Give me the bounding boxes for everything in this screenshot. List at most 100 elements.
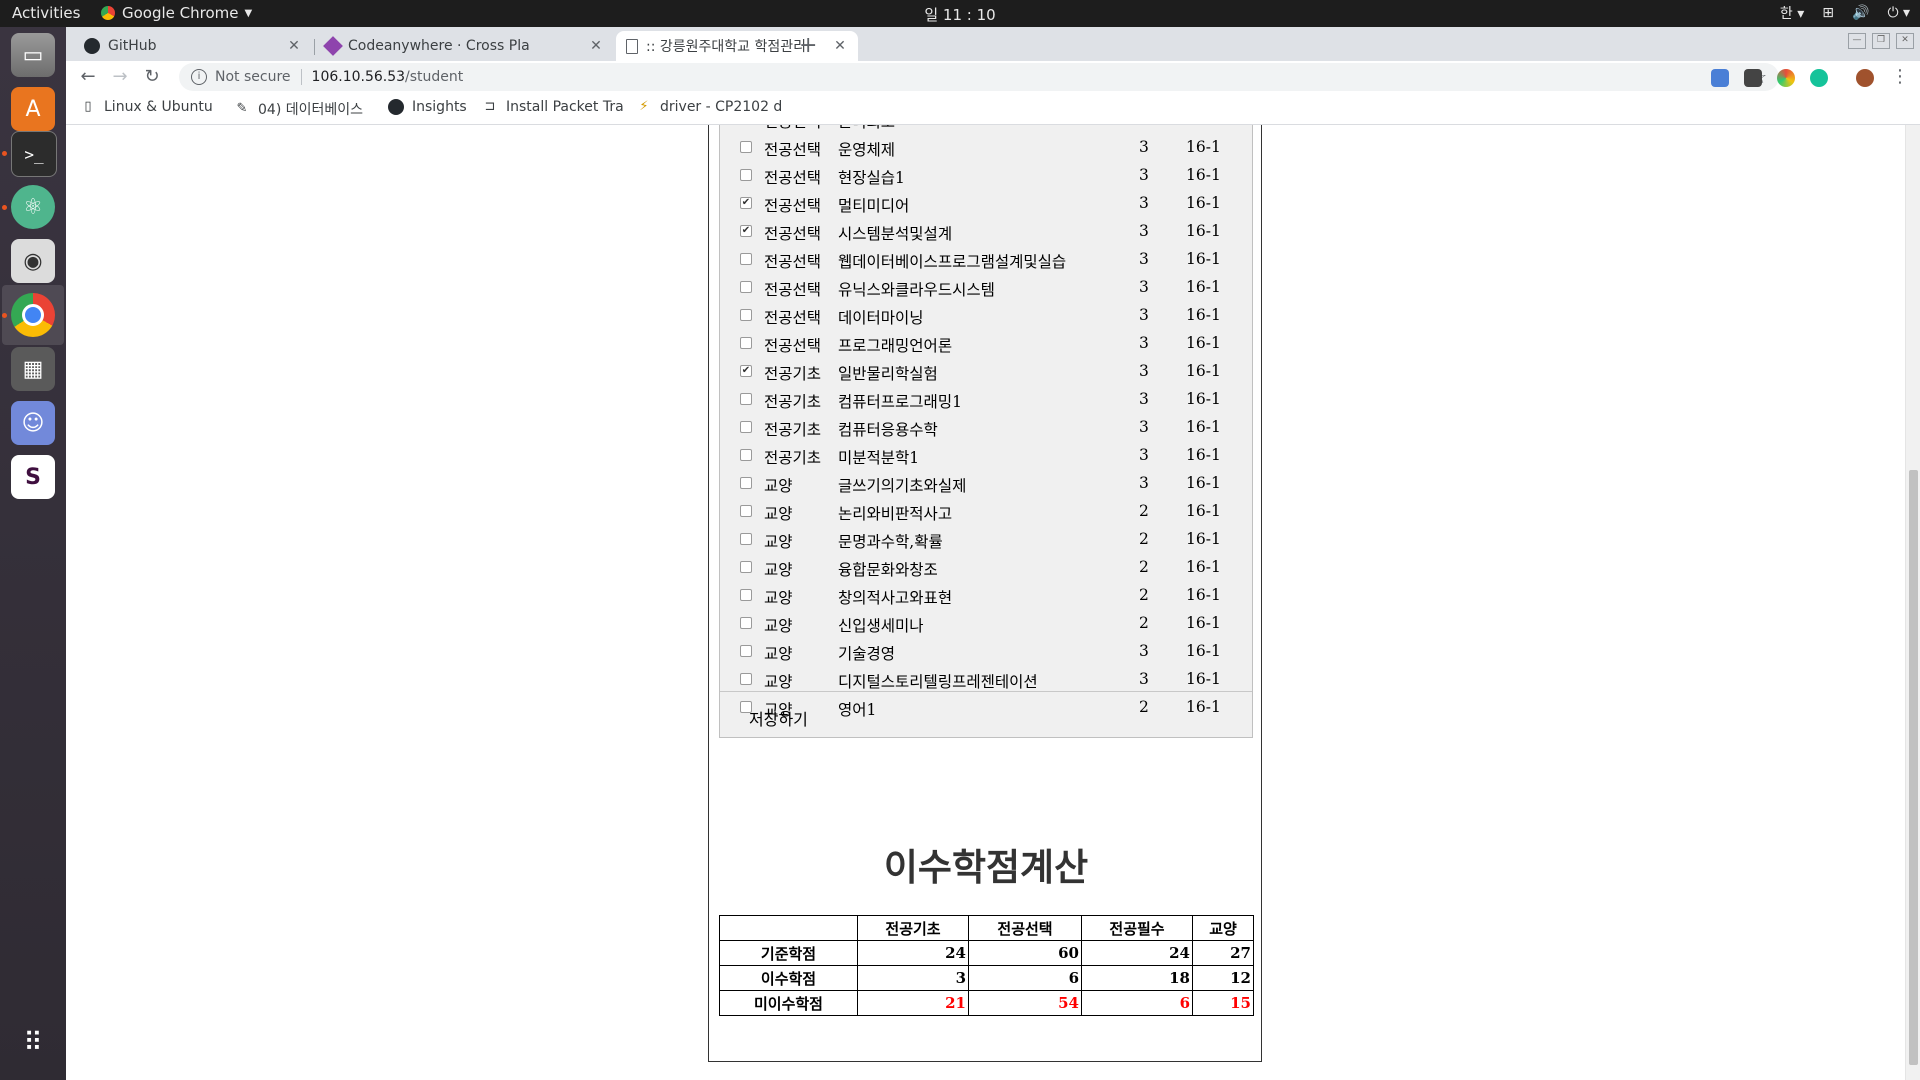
system-tray[interactable]: 한 ▾ ⊞ 🔊 ⏻ ▾ [1780,3,1910,23]
course-checkbox[interactable] [740,309,752,321]
info-icon[interactable]: i [191,69,207,85]
running-indicator [2,313,7,318]
course-row: 교양 융합문화와창조 2 16-1 [720,554,1254,582]
close-tab-icon[interactable]: ✕ [588,38,604,54]
bookmark-label: 04) 데이터베이스 [258,102,364,118]
translate-extension-icon[interactable] [1711,69,1729,87]
address-bar[interactable]: i Not secure 106.10.56.53/student ☆ [179,63,1779,91]
course-checkbox[interactable] [740,589,752,601]
scrollbar-thumb[interactable] [1909,470,1918,1065]
table-row: 미이수학점 21 54 6 15 [719,990,1254,1016]
tab-github[interactable]: GitHub ✕ [74,31,312,61]
course-name: 웹데이터베이스프로그램설계및실습 [838,253,1067,271]
colorful-extension-icon[interactable] [1777,69,1795,87]
course-checkbox[interactable]: ✔ [740,225,752,237]
course-checkbox[interactable] [740,505,752,517]
course-semester: 16-1 [1186,125,1221,128]
url-host: 106.10.56.53 [311,69,406,85]
course-name: 시스템분석및설계 [838,225,953,243]
course-category: 전공선택 [764,141,822,159]
vertical-scrollbar[interactable] [1905,125,1920,1080]
save-button[interactable]: 저장하기 [749,706,808,730]
input-method-indicator[interactable]: 한 ▾ [1780,3,1804,23]
discord-icon[interactable]: ☺ [11,401,55,445]
bookmark-item[interactable]: ⚡ driver - CP2102 d [636,99,784,115]
course-row: 전공선택 현장실습1 3 16-1 [720,162,1254,190]
atom-icon[interactable]: ⚛ [11,185,55,229]
course-checkbox[interactable] [740,645,752,657]
course-checkbox[interactable] [740,393,752,405]
course-checkbox[interactable]: ✔ [740,197,752,209]
course-checkbox[interactable] [740,253,752,265]
grammarly-extension-icon[interactable] [1810,69,1828,87]
course-checkbox[interactable]: ✔ [740,365,752,377]
course-semester: 16-1 [1186,614,1221,632]
course-row: 전공선택 데이터마이닝 3 16-1 [720,302,1254,330]
table-cell: 3 [857,965,969,991]
bookmark-item[interactable]: ⊐ Install Packet Tra [482,99,632,115]
course-checkbox[interactable] [740,617,752,629]
course-credits: 3 [1139,334,1149,352]
course-semester: 16-1 [1186,194,1221,212]
tab-student[interactable]: :: 강릉원주대학교 학점관리 ✕ [616,31,858,61]
course-checkbox[interactable] [740,673,752,685]
course-checkbox[interactable] [740,169,752,181]
browser-toolbar: ← → ↻ i Not secure 106.10.56.53/student … [66,61,1920,93]
course-row: 전공기초 미분적분학1 3 16-1 [720,442,1254,470]
table-cell: 24 [1081,940,1193,966]
course-semester: 16-1 [1186,558,1221,576]
files-icon[interactable]: ▭ [11,33,55,77]
menu-kebab-icon[interactable]: ⋮ [1888,65,1912,89]
volume-icon: 🔊 [1852,5,1870,21]
bookmark-label: Install Packet Tra [506,99,624,115]
bookmark-item[interactable]: ✎ 04) 데이터베이스 [234,99,384,119]
course-category: 전공선택 [764,169,822,187]
codeanywhere-icon [323,36,343,56]
software-center-icon[interactable]: A [11,87,55,131]
clock[interactable]: 일 11 : 10 [0,4,1920,25]
course-checkbox[interactable] [740,141,752,153]
reload-icon[interactable]: ↻ [140,65,164,89]
course-checkbox[interactable] [740,337,752,349]
close-window-icon[interactable]: ✕ [1896,33,1914,49]
course-row: ✔ 전공선택 멀티미디어 3 16-1 [720,190,1254,218]
course-credits: 2 [1139,614,1149,632]
bookmark-item[interactable]: ▯ Linux & Ubuntu [80,99,220,115]
course-row: 교양 신입생세미나 2 16-1 [720,610,1254,638]
course-row: 교양 문명과수학,확률 2 16-1 [720,526,1254,554]
power-icon: ⏻ ▾ [1887,5,1910,21]
screenshot-camera-icon[interactable]: ◉ [11,239,55,283]
course-checkbox[interactable] [740,533,752,545]
bookmark-item[interactable]: Insights [388,99,488,115]
gnome-top-bar: Activities Google Chrome ▼ 일 11 : 10 한 ▾… [0,0,1920,27]
bookmark-label: Insights [412,99,467,115]
course-checkbox[interactable] [740,449,752,461]
course-name: 컴퓨터프로그래밍1 [838,393,962,411]
course-checkbox[interactable] [740,281,752,293]
forward-arrow-icon[interactable]: → [108,65,132,89]
course-row: 교양 글쓰기의기초와실제 3 16-1 [720,470,1254,498]
minimize-icon[interactable]: — [1848,33,1866,49]
calculator-icon[interactable]: ▦ [11,347,55,391]
close-tab-icon[interactable]: ✕ [286,38,302,54]
course-category: 교양 [764,645,793,663]
course-checkbox[interactable] [740,421,752,433]
new-tab-button[interactable]: + [799,33,817,58]
course-credits: 3 [1139,418,1149,436]
course-name: 기술경영 [838,645,896,663]
show-applications-icon[interactable]: ⠿ [11,1021,55,1065]
terminal-icon[interactable]: >_ [11,131,57,177]
course-name: 영어1 [838,701,877,719]
instapaper-extension-icon[interactable] [1744,69,1762,87]
close-tab-icon[interactable]: ✕ [832,38,848,54]
course-checkbox[interactable] [740,561,752,573]
tab-codeanywhere[interactable]: Codeanywhere · Cross Pla ✕ [316,31,614,61]
slack-icon[interactable]: S [11,455,55,499]
maximize-icon[interactable]: ❐ [1872,33,1890,49]
profile-avatar[interactable] [1856,69,1874,87]
course-checkbox[interactable] [740,477,752,489]
back-arrow-icon[interactable]: ← [76,65,100,89]
chrome-icon[interactable] [11,293,55,337]
course-credits: 3 [1139,166,1149,184]
course-row: 전공선택 운영체제 3 16-1 [720,134,1254,162]
